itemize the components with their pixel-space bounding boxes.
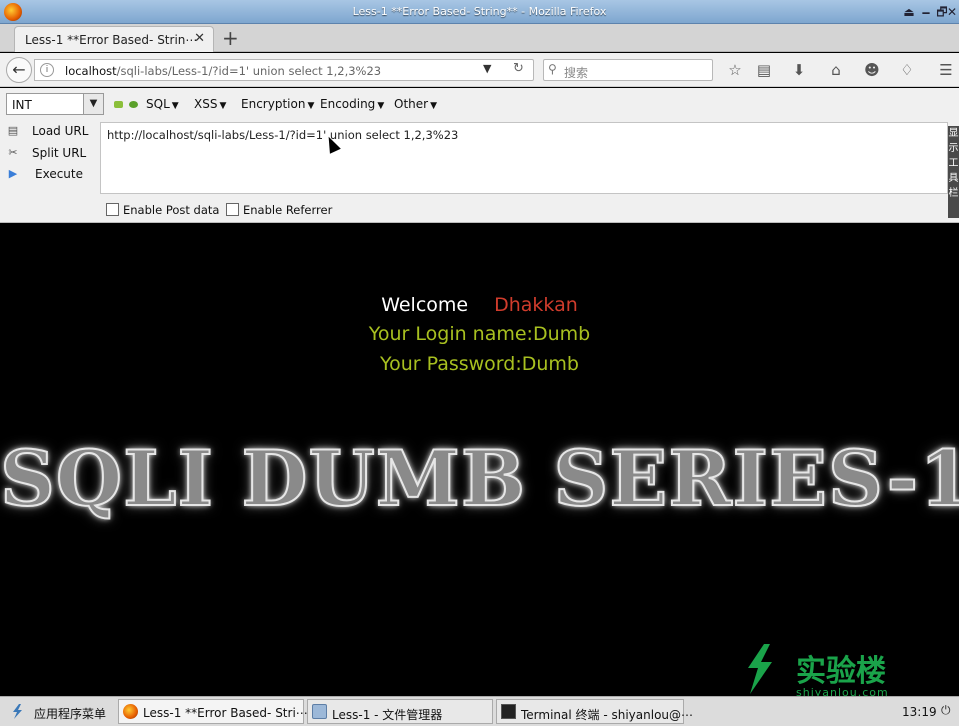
page-content: Welcome Dhakkan Your Login name:Dumb Your… xyxy=(0,224,959,696)
chat-icon[interactable]: ☻ xyxy=(862,61,882,79)
search-input[interactable]: ⚲ 搜索 xyxy=(543,59,713,81)
split-url-label: Split URL xyxy=(32,146,87,160)
browser-tab[interactable]: Less-1 **Error Based- Strin⋯ ✕ xyxy=(14,26,214,52)
series-banner: SQLI DUMB SERIES-1 xyxy=(0,433,959,524)
url-history-dropdown-icon[interactable]: ▼ xyxy=(483,62,491,75)
login-name-text: Your Login name:Dumb xyxy=(368,323,591,345)
clock: 13:19 xyxy=(902,705,937,719)
sidetab-char: 显 xyxy=(948,128,959,139)
sidetab-char: 工 xyxy=(948,158,959,169)
hackbar-type-select[interactable]: INT ▼ xyxy=(6,93,104,115)
menu-encoding-label: Encoding xyxy=(320,97,376,111)
new-tab-button[interactable]: + xyxy=(222,26,239,50)
taskbar: 应用程序菜单 Less-1 **Error Based- Stri⋯ Less-… xyxy=(0,696,959,726)
site-info-icon[interactable]: i xyxy=(40,63,54,77)
bookmark-star-icon[interactable]: ☆ xyxy=(725,61,745,79)
tab-label: Less-1 **Error Based- Strin⋯ xyxy=(25,33,198,47)
power-icon[interactable]: ⏻ xyxy=(941,703,951,718)
applications-menu-label: 应用程序菜单 xyxy=(34,707,107,721)
menu-sql[interactable]: SQL ▼ xyxy=(146,97,179,111)
shiyanlou-logo: 实验楼 shiyanlou.com xyxy=(738,640,918,700)
welcome-text: Welcome xyxy=(381,294,469,316)
menu-xss[interactable]: XSS ▼ xyxy=(194,97,226,111)
welcome-name: Dhakkan xyxy=(494,294,578,316)
terminal-icon xyxy=(501,704,516,719)
menu-other[interactable]: Other ▼ xyxy=(394,97,437,111)
checkbox-box[interactable] xyxy=(226,203,239,216)
menu-encryption[interactable]: Encryption ▼ xyxy=(241,97,314,111)
password-text: Your Password:Dumb xyxy=(380,353,579,375)
enable-referrer-label: Enable Referrer xyxy=(243,203,333,217)
search-placeholder: 搜索 xyxy=(564,66,589,80)
reading-list-icon[interactable]: ▤ xyxy=(754,61,774,79)
hackbar-panel: ▤ Load URL ✂ Split URL ▶ Execute http://… xyxy=(0,120,959,223)
enable-post-data-label: Enable Post data xyxy=(123,203,220,217)
pocket-icon[interactable]: ♢ xyxy=(897,61,917,79)
window-titlebar: Less-1 **Error Based- String** - Mozilla… xyxy=(0,0,959,24)
minimize-window-icon[interactable]: 🗕 xyxy=(918,4,934,20)
shade-window-icon[interactable]: ⏏ xyxy=(901,4,917,20)
sidetab-char: 栏 xyxy=(948,188,959,199)
execute-label: Execute xyxy=(35,167,83,181)
folder-icon xyxy=(312,704,327,719)
hackbar-url-value: http://localhost/sqli-labs/Less-1/?id=1'… xyxy=(107,128,459,142)
url-text: localhost/sqli-labs/Less-1/?id=1' union … xyxy=(65,64,381,78)
reload-icon[interactable]: ↻ xyxy=(513,61,524,76)
shiyanlou-logo-icon xyxy=(748,644,772,694)
load-url-label: Load URL xyxy=(32,124,89,138)
hackbar-toolbar: INT ▼ SQL ▼ XSS ▼ Encryption ▼ Encoding ▼ Ot… xyxy=(0,88,959,120)
chevron-down-icon[interactable]: ▼ xyxy=(83,94,103,114)
navigation-bar: ← i localhost/sqli-labs/Less-1/?id=1' un… xyxy=(0,53,959,87)
load-url-icon: ▤ xyxy=(7,124,19,137)
menu-other-label: Other xyxy=(394,97,429,111)
download-icon[interactable]: ⬇ xyxy=(789,61,809,79)
menu-xss-label: XSS xyxy=(194,97,218,111)
close-window-icon[interactable]: ✕ xyxy=(945,4,959,20)
sidetab-char: 示 xyxy=(948,143,959,154)
scissors-icon: ✂ xyxy=(8,146,18,159)
close-tab-icon[interactable]: ✕ xyxy=(194,31,205,46)
firefox-icon xyxy=(123,704,138,719)
search-icon: ⚲ xyxy=(548,62,557,76)
logo-text: 实验楼 xyxy=(796,654,886,689)
back-button[interactable]: ← xyxy=(6,57,32,83)
checkbox-box[interactable] xyxy=(106,203,119,216)
show-toolbar-sidetab[interactable]: 显 示 工 具 栏 xyxy=(948,126,959,218)
taskbar-item-file-manager[interactable]: Less-1 - 文件管理器 xyxy=(307,699,493,724)
hackbar-url-textarea[interactable]: http://localhost/sqli-labs/Less-1/?id=1'… xyxy=(100,122,948,194)
url-host: localhost xyxy=(65,64,117,78)
taskbar-item-label: Terminal 终端 - shiyanlou@⋯ xyxy=(521,708,694,722)
taskbar-item-label: Less-1 **Error Based- Stri⋯ xyxy=(143,706,308,720)
taskbar-item-label: Less-1 - 文件管理器 xyxy=(332,708,443,722)
hackbar-type-value: INT xyxy=(12,98,32,112)
app-menu-icon xyxy=(13,704,22,719)
menu-encryption-label: Encryption xyxy=(241,97,306,111)
url-bar[interactable]: i localhost/sqli-labs/Less-1/?id=1' unio… xyxy=(34,59,534,81)
execute-icon: ▶ xyxy=(8,167,18,180)
sidetab-char: 具 xyxy=(948,173,959,184)
increment-icon[interactable] xyxy=(129,101,138,108)
taskbar-item-firefox[interactable]: Less-1 **Error Based- Stri⋯ xyxy=(118,699,308,724)
window-title: Less-1 **Error Based- String** - Mozilla… xyxy=(352,5,607,18)
url-path: /sqli-labs/Less-1/?id=1' union select 1,… xyxy=(116,64,382,78)
menu-encoding[interactable]: Encoding ▼ xyxy=(320,97,384,111)
menu-icon[interactable]: ☰ xyxy=(936,61,956,79)
menu-sql-label: SQL xyxy=(146,97,170,111)
tab-strip: Less-1 **Error Based- Strin⋯ ✕ + xyxy=(0,24,959,52)
home-icon[interactable]: ⌂ xyxy=(826,61,846,79)
welcome-line: Welcome Dhakkan xyxy=(0,294,959,316)
taskbar-item-terminal[interactable]: Terminal 终端 - shiyanlou@⋯ xyxy=(496,699,693,724)
decrement-icon[interactable] xyxy=(114,101,123,108)
